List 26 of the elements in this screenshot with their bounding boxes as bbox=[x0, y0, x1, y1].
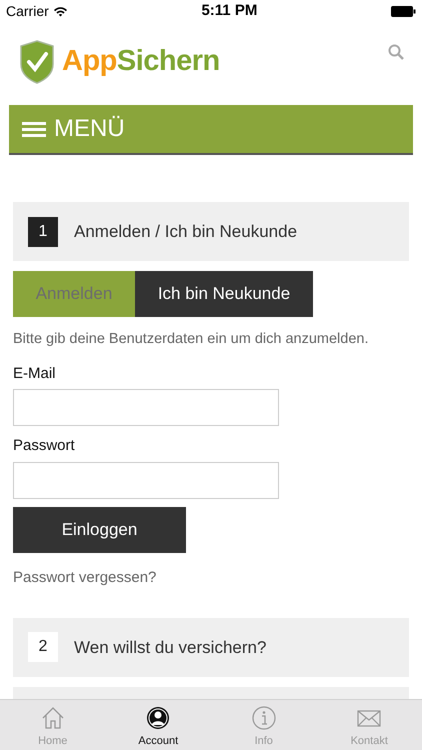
carrier-label: Carrier bbox=[6, 2, 49, 20]
step-number: 2 bbox=[28, 632, 58, 662]
tab-bar-item[interactable]: Account bbox=[106, 700, 211, 750]
login-button[interactable]: Einloggen bbox=[13, 506, 186, 553]
input-field[interactable] bbox=[13, 462, 279, 499]
info-icon bbox=[252, 706, 276, 730]
step-number: 1 bbox=[28, 216, 58, 246]
clock-time: 5:11 PM bbox=[201, 0, 258, 21]
home-icon bbox=[40, 706, 65, 730]
step-header[interactable]: 2 Wen willst du versichern? bbox=[13, 618, 409, 677]
step-header[interactable]: 1 Anmelden / Ich bin Neukunde bbox=[13, 202, 409, 261]
field-label: E-Mail bbox=[13, 364, 57, 384]
shield-check-icon bbox=[20, 40, 54, 84]
input-field[interactable] bbox=[13, 389, 279, 426]
step-header[interactable] bbox=[13, 686, 409, 699]
login-tab[interactable]: Ich bin Neukunde bbox=[135, 271, 313, 317]
step-title: Wen willst du versichern? bbox=[74, 636, 266, 658]
field-label: Passwort bbox=[13, 436, 76, 456]
menu-label: MENÜ bbox=[54, 114, 125, 144]
wifi-icon bbox=[52, 6, 68, 16]
person-icon bbox=[146, 706, 170, 730]
battery-icon bbox=[391, 6, 416, 16]
forgot-password-link[interactable]: Passwort vergessen? bbox=[13, 566, 156, 590]
step-title: Anmelden / Ich bin Neukunde bbox=[74, 220, 298, 243]
menu-icon bbox=[22, 121, 46, 137]
instruction-text: Bitte gib deine Benutzerdaten ein um dich anzumelden. bbox=[13, 330, 370, 349]
